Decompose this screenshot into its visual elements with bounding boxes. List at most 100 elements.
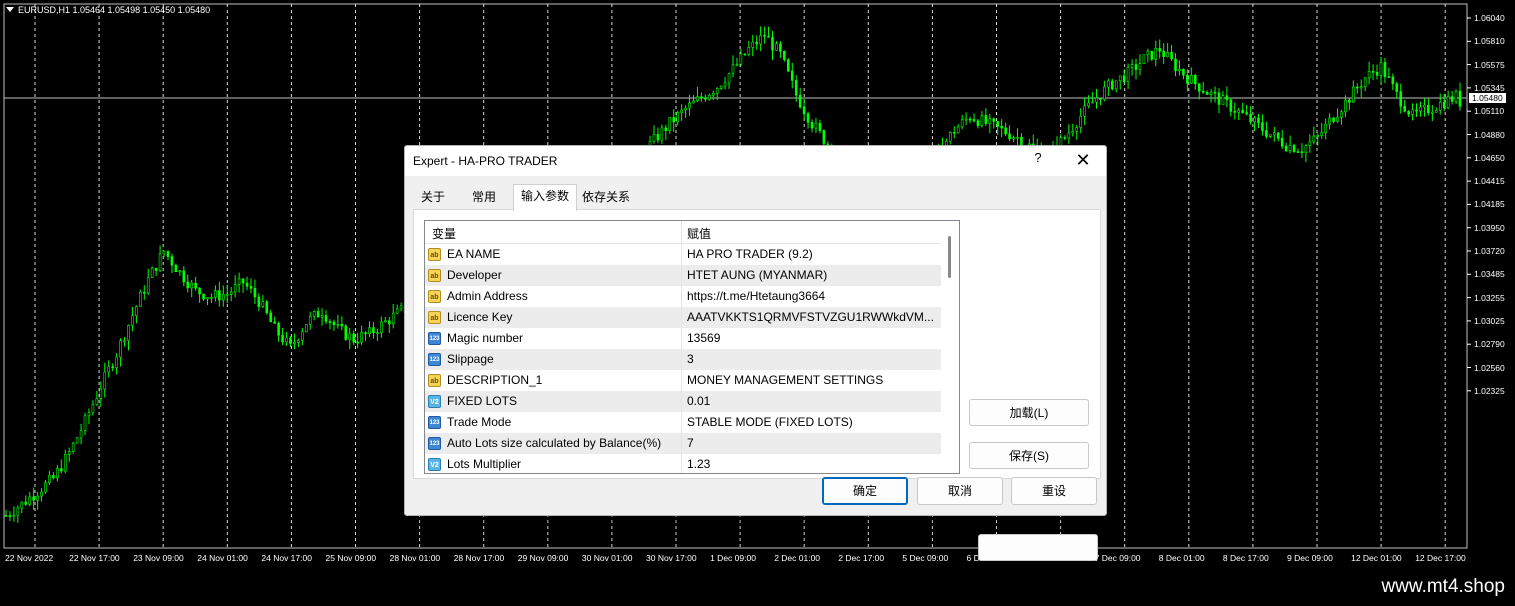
table-row[interactable]: 123 Slippage 3 [425, 349, 941, 370]
time-tick-label: 30 Nov 01:00 [581, 553, 633, 563]
candle-body [1367, 71, 1371, 79]
candle-body [1276, 132, 1280, 139]
table-row[interactable]: 123 Trade Mode STABLE MODE (FIXED LOTS) [425, 412, 941, 433]
symbol-header: EURUSD,H1 1.05464 1.05498 1.05450 1.0548… [6, 5, 210, 15]
candle-body [127, 325, 130, 341]
candle-body [356, 341, 359, 344]
table-row[interactable]: 123 Auto Lots size calculated by Balance(… [425, 433, 941, 454]
string-type-icon: ab [428, 269, 441, 282]
param-name: FIXED LOTS [447, 394, 518, 408]
param-value[interactable]: HA PRO TRADER (9.2) [687, 247, 939, 261]
help-icon[interactable]: ? [1031, 150, 1045, 165]
param-value[interactable]: 7 [687, 436, 939, 450]
price-tick-label: 1.04880 [1474, 129, 1505, 140]
price-tick-label: 1.02325 [1474, 385, 1505, 396]
param-name: Magic number [447, 331, 524, 345]
dropdown-arrow-icon[interactable] [6, 7, 14, 12]
candle-body [783, 50, 786, 60]
candle-body [222, 294, 225, 301]
price-tick-label: 1.06040 [1474, 13, 1505, 23]
candle-body [1111, 80, 1114, 90]
candle-body [743, 53, 747, 56]
candle-body [131, 315, 134, 326]
candle-body [1190, 75, 1193, 84]
candle-body [984, 115, 988, 124]
candle-body [154, 267, 158, 271]
candle-body [289, 337, 292, 344]
candle-body [715, 87, 719, 94]
column-divider[interactable] [681, 221, 682, 243]
table-row[interactable]: ab DESCRIPTION_1 MONEY MANAGEMENT SETTINGS [425, 370, 941, 391]
ok-button[interactable]: 确定 [822, 477, 908, 505]
candle-body [63, 454, 67, 472]
column-divider [681, 391, 682, 412]
price-tick-label: 1.05345 [1474, 82, 1505, 93]
table-row[interactable]: ab Licence Key AAATVKKTS1QRMVFSTVZGU1RWWkd… [425, 307, 941, 328]
save-button[interactable]: 保存(S) [969, 442, 1089, 469]
candle-body [320, 315, 324, 318]
candle-body [988, 118, 992, 124]
candle-body [759, 35, 762, 45]
param-name: DESCRIPTION_1 [447, 373, 543, 387]
candle-body [1391, 76, 1395, 85]
dialog-titlebar[interactable]: Expert - HA-PRO TRADER ? ✕ [405, 146, 1106, 176]
candle-body [1075, 127, 1079, 132]
param-value[interactable]: MONEY MANAGEMENT SETTINGS [687, 373, 939, 387]
close-icon[interactable]: ✕ [1071, 148, 1095, 172]
load-button[interactable]: 加载(L) [969, 399, 1089, 426]
column-header-variable[interactable]: 变量 [432, 225, 456, 242]
candle-body [1296, 151, 1300, 153]
candle-body [142, 291, 146, 294]
param-value[interactable]: 0.01 [687, 394, 939, 408]
time-tick-label: 25 Nov 09:00 [325, 553, 377, 563]
candle-body [87, 412, 91, 417]
table-row[interactable]: ab EA NAME HA PRO TRADER (9.2) [425, 244, 941, 265]
tab-dependencies[interactable]: 依存关系 [577, 186, 635, 209]
candle-body [1300, 151, 1304, 154]
candle-body [1427, 104, 1430, 114]
cancel-button[interactable]: 取消 [917, 477, 1003, 505]
candle-body [352, 333, 355, 343]
table-row[interactable]: ab Developer HTET AUNG (MYANMAR) [425, 265, 941, 286]
candle-body [763, 35, 766, 37]
table-row[interactable]: V2 Lots Multiplier 1.23 [425, 454, 941, 473]
tab-about[interactable]: 关于 [413, 186, 453, 209]
candle-body [676, 112, 679, 123]
candle-body [4, 515, 8, 517]
param-value[interactable]: https://t.me/Htetaung3664 [687, 289, 939, 303]
param-value[interactable]: 13569 [687, 331, 939, 345]
tab-inputs[interactable]: 输入参数 [513, 184, 577, 211]
column-header-value[interactable]: 赋值 [687, 225, 711, 242]
table-row[interactable]: 123 Magic number 13569 [425, 328, 941, 349]
candle-body [755, 41, 759, 45]
tab-common[interactable]: 常用 [461, 186, 507, 209]
time-tick-label: 22 Nov 2022 [5, 553, 54, 563]
time-tick-label: 24 Nov 17:00 [261, 553, 312, 563]
candle-body [1209, 91, 1213, 95]
reset-button[interactable]: 重设 [1011, 477, 1097, 505]
scrollbar-thumb[interactable] [948, 236, 951, 278]
param-value[interactable]: HTET AUNG (MYANMAR) [687, 268, 939, 282]
candle-body [802, 106, 806, 114]
table-row[interactable]: V2 FIXED LOTS 0.01 [425, 391, 941, 412]
candle-body [348, 333, 352, 340]
candle-body [707, 94, 711, 100]
param-value[interactable]: AAATVKKTS1QRMVFSTVZGU1RWWkdVM... [687, 310, 939, 324]
candle-body [1431, 111, 1434, 114]
vertical-scrollbar[interactable] [941, 221, 958, 473]
candle-body [1000, 125, 1003, 129]
price-tick-label: 1.03255 [1474, 292, 1505, 303]
candle-body [1067, 132, 1071, 139]
candle-body [1324, 123, 1327, 133]
candle-body [1446, 96, 1450, 109]
table-row[interactable]: ab Admin Address https://t.me/Htetaung3664 [425, 286, 941, 307]
param-value[interactable]: 3 [687, 352, 939, 366]
price-tick-label: 1.03950 [1474, 222, 1505, 233]
param-value[interactable]: STABLE MODE (FIXED LOTS) [687, 415, 939, 429]
candle-body [996, 121, 1000, 127]
candle-body [1399, 91, 1403, 107]
candle-body [1213, 91, 1217, 94]
param-value[interactable]: 1.23 [687, 457, 939, 471]
candle-body [1162, 50, 1165, 57]
candle-body [1146, 50, 1150, 56]
